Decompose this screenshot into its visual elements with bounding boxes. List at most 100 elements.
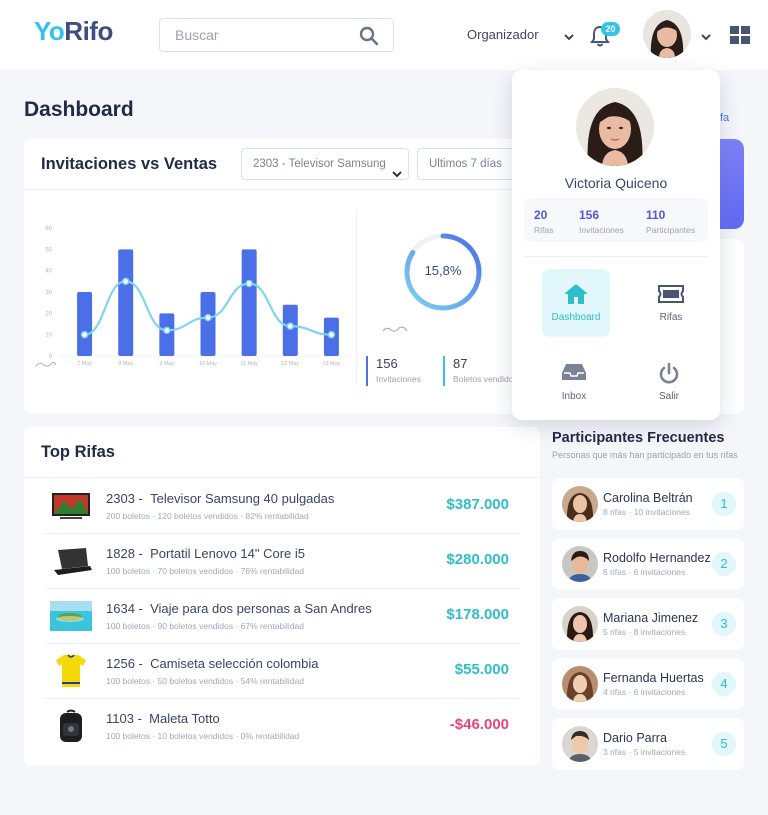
y-tick-label: 10 [45,333,52,339]
x-tick-label: 11 May [240,361,258,367]
bar-line-chart: 0 10 20 30 40 50 60 7 May 8 May 9 May 10 May 11 May… [35,226,352,367]
ticket-icon [637,283,705,310]
rifa-amount: $178.000 [446,606,509,623]
rifa-select[interactable]: 2303 - Televisor Samsung [241,148,409,180]
x-tick-label: 7 May [77,361,92,367]
tv-icon [52,493,90,519]
rifa-amount: $387.000 [446,496,509,513]
profile-dropdown: Victoria Quiceno 20 Rifas 156 Invitaciones… [512,70,720,420]
divider [356,209,357,384]
rank-badge: 5 [712,732,736,756]
stat-invitaciones: 156 Invitaciones [579,208,624,235]
stat-participantes: 110 Participantes [646,208,696,235]
search-box [159,18,394,52]
laptop-icon [54,548,92,575]
top-rifas-card: Top Rifas 2303 - Televisor Samsung 40 pu… [24,427,540,766]
line-point [245,279,253,288]
avatar [562,666,598,702]
backpack-icon [60,709,82,742]
sparkline-icon [35,361,57,367]
rifa-row[interactable]: 1634 - Viaje para dos personas a San And… [44,589,520,644]
user-avatar[interactable] [643,10,691,58]
search-input[interactable] [175,27,355,43]
x-tick-label: 12 May [281,361,299,367]
bar [282,304,298,356]
section-subtitle: Personas que más han participado en tus … [552,450,738,460]
line-point [121,277,130,286]
y-tick-label: 30 [45,290,52,296]
rank-badge: 1 [712,492,736,516]
y-tick-label: 60 [45,226,52,232]
rifa-amount: $55.000 [454,661,509,678]
rifa-row[interactable]: 1103 - Maleta Totto 100 boletos · 10 bol… [44,699,520,754]
card-title: Invitaciones vs Ventas [41,155,218,173]
nav-dashboard[interactable]: Dashboard [542,269,610,337]
avatar [576,88,654,166]
shirt-icon [56,654,86,687]
y-tick-label: 0 [49,354,53,360]
y-tick-label: 40 [45,269,52,275]
invitaciones-ventas-card: Invitaciones vs Ventas 2303 - Televisor … [24,139,540,414]
line-point [327,330,336,339]
bar [159,313,175,356]
sparkline-icon [382,326,408,332]
home-icon [542,283,610,310]
x-tick-label: 13 May [322,361,340,367]
divider [524,256,708,257]
rifa-row[interactable]: 2303 - Televisor Samsung 40 pulgadas 200… [44,479,520,534]
bar [200,292,216,356]
stat-invitaciones: 156 Invitaciones [366,356,421,386]
participant-row[interactable]: Carolina Beltrán 8 rifas · 10 invitacion… [552,478,744,530]
notification-badge: 20 [601,22,620,36]
line-point [204,313,212,322]
search-icon[interactable] [359,26,379,51]
rank-badge: 4 [712,672,736,696]
donut-value: 15,8% [424,263,462,278]
rank-badge: 2 [712,552,736,576]
chevron-down-icon [392,160,402,179]
card-title: Top Rifas [41,443,115,461]
participant-row[interactable]: Fernanda Huertas 4 rifas · 6 invitacione… [552,658,744,710]
rifa-amount: -$46.000 [449,716,509,733]
x-tick-label: 9 May [159,361,174,367]
divider [24,189,540,190]
logo[interactable]: YoRifo [34,16,113,47]
divider [24,477,540,478]
x-tick-label: 10 May [199,361,217,367]
bar [118,249,134,356]
nav-rifas[interactable]: Rifas [637,269,705,337]
rifa-row[interactable]: 1256 - Camiseta selección colombia 100 b… [44,644,520,699]
rank-badge: 3 [712,612,736,636]
bar [241,249,257,356]
section-title: Participantes Frecuentes [552,430,725,446]
avatar [562,606,598,642]
top-bar: YoRifo Organizador 20 [0,0,768,70]
side-link[interactable]: fa [720,112,729,124]
stat-rifas: 20 Rifas [534,208,554,235]
line-point [286,322,295,330]
x-tick-label: 8 May [118,361,133,367]
nav-inbox[interactable]: Inbox [540,348,608,416]
chevron-down-icon[interactable] [700,29,712,47]
profile-name: Victoria Quiceno [564,175,668,191]
role-selector[interactable]: Organizador [467,27,539,42]
participant-row[interactable]: Rodolfo Hernandez 6 rifas · 6 invitacion… [552,538,744,590]
page-title: Dashboard [24,98,134,121]
participant-row[interactable]: Dario Parra 3 rifas · 5 invitaciones 5 [552,718,744,770]
apps-grid-icon[interactable] [730,26,750,49]
line-point [80,330,89,339]
profile-stats: 20 Rifas 156 Invitaciones 110 Participantes [524,198,708,242]
beach-icon [50,601,92,631]
power-icon [635,362,703,391]
bar [77,292,93,356]
chevron-down-icon[interactable] [563,29,575,47]
rifa-amount: $280.000 [446,551,509,568]
nav-salir[interactable]: Salir [635,348,703,416]
rifa-row[interactable]: 1828 - Portatil Lenovo 14" Core i5 100 b… [44,534,520,589]
inbox-icon [540,362,608,387]
avatar [562,546,598,582]
y-tick-label: 50 [45,247,52,253]
avatar [562,726,598,762]
avatar [562,486,598,522]
participant-row[interactable]: Mariana Jimenez 5 rifas · 8 invitaciones… [552,598,744,650]
